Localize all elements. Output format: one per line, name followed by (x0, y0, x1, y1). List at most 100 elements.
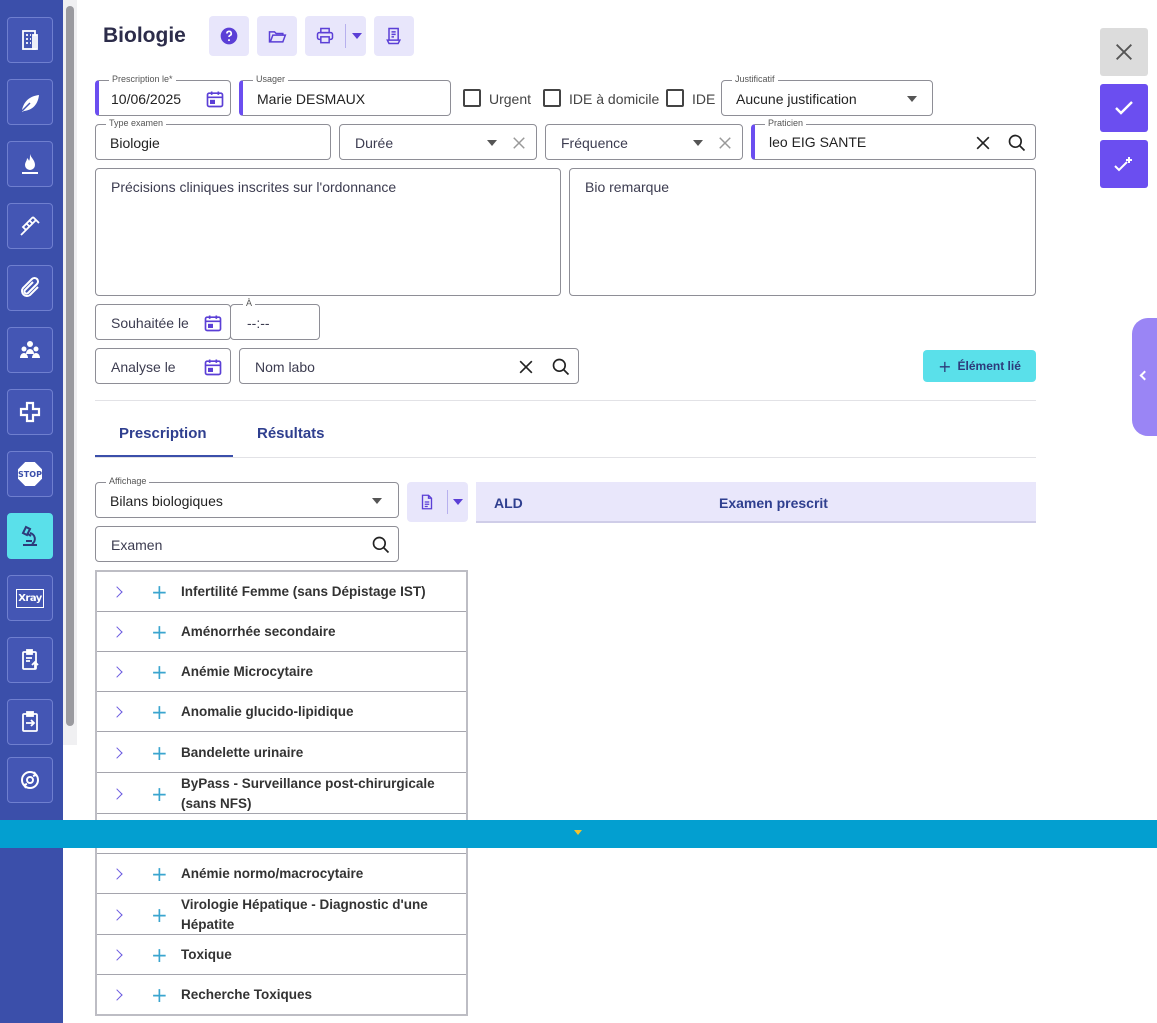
search-icon[interactable] (1007, 133, 1027, 153)
sidebar-item-sync[interactable] (7, 757, 53, 803)
sidebar-item-clipboard-arrow[interactable] (7, 699, 53, 745)
column-header-examen[interactable]: Examen prescrit (719, 495, 828, 511)
section-divider (95, 400, 1036, 401)
ide-domicile-checkbox[interactable] (543, 89, 561, 107)
analyse-date-field[interactable]: Analyse le (95, 348, 231, 384)
sidebar-item-microscope[interactable] (7, 513, 53, 559)
add-icon[interactable]: + (151, 784, 168, 804)
urgent-checkbox[interactable] (463, 89, 481, 107)
prescription-date-field[interactable]: Prescription le* 10/06/2025 (95, 74, 231, 116)
add-icon[interactable]: + (151, 622, 168, 642)
caret-down-icon[interactable] (574, 830, 582, 835)
chevron-down-icon[interactable] (453, 499, 463, 505)
list-item[interactable]: + Anémie Microcytaire (97, 652, 466, 692)
list-item[interactable]: + Bandelette urinaire (97, 732, 466, 773)
sidebar-item-xray[interactable]: Xray (7, 575, 53, 621)
scrollbar-thumb[interactable] (66, 6, 74, 726)
examen-search-field[interactable]: Examen (95, 526, 399, 562)
nom-labo-field[interactable]: Nom labo (239, 348, 579, 384)
list-item[interactable]: + Anomalie glucido-lipidique (97, 692, 466, 732)
type-examen-field[interactable]: Type examen Biologie (95, 118, 331, 160)
list-item-label: Toxique (181, 947, 232, 962)
search-icon[interactable] (371, 535, 391, 555)
calendar-icon[interactable] (205, 89, 225, 109)
list-item[interactable]: + Infertilité Femme (sans Dépistage IST) (97, 572, 466, 612)
precisions-textarea[interactable] (95, 168, 561, 296)
list-item[interactable]: + Virologie Hépatique - Diagnostic d'une… (97, 894, 466, 935)
list-item[interactable]: + ByPass - Surveillance post-chirurgical… (97, 773, 466, 814)
praticien-field[interactable]: Praticien leo EIG SANTE (751, 118, 1036, 160)
sidebar-item-clipboard-upload[interactable] (7, 637, 53, 683)
add-icon[interactable]: + (151, 864, 168, 884)
print-split-button[interactable] (305, 16, 366, 56)
clear-icon[interactable] (973, 133, 993, 153)
usager-value: Marie DESMAUX (257, 91, 366, 107)
chevron-right-icon[interactable] (111, 706, 123, 718)
frequence-select[interactable]: Fréquence (545, 124, 743, 160)
validate-and-new-button[interactable] (1100, 140, 1148, 188)
list-item[interactable]: + Aménorrhée secondaire (97, 612, 466, 652)
page-title: Biologie (103, 24, 186, 47)
add-icon[interactable]: + (151, 905, 168, 925)
list-item[interactable]: + Anémie normo/macrocytaire (97, 854, 466, 894)
sidebar-item-paperclip[interactable] (7, 265, 53, 311)
column-header-ald[interactable]: ALD (494, 495, 523, 511)
add-icon[interactable]: + (151, 582, 168, 602)
sidebar-item-syringe[interactable] (7, 203, 53, 249)
document-button[interactable] (374, 16, 414, 56)
chevron-right-icon[interactable] (111, 909, 123, 921)
chevron-right-icon[interactable] (111, 747, 123, 759)
file-icon (421, 494, 433, 510)
close-button[interactable] (1100, 28, 1148, 76)
tab-resultats[interactable]: Résultats (257, 425, 325, 442)
sidebar-item-flame[interactable] (7, 141, 53, 187)
calendar-icon[interactable] (203, 313, 223, 333)
list-item[interactable]: + Recherche Toxiques (97, 975, 466, 1014)
add-icon[interactable]: + (151, 743, 168, 763)
sidebar-item-leaf[interactable] (7, 79, 53, 125)
sidebar-item-team[interactable] (7, 327, 53, 373)
side-panel-toggle[interactable] (1132, 318, 1157, 436)
sidebar-item-building[interactable] (7, 17, 53, 63)
list-item[interactable]: + Toxique (97, 935, 466, 975)
tab-prescription[interactable]: Prescription (119, 425, 207, 442)
search-icon[interactable] (551, 357, 571, 377)
element-lie-button[interactable]: + Élément lié (923, 350, 1036, 382)
chevron-down-icon[interactable] (352, 33, 362, 39)
usager-field[interactable]: Usager Marie DESMAUX (239, 74, 451, 116)
sidebar-item-stop[interactable]: STOP (7, 451, 53, 497)
clear-icon[interactable] (516, 357, 536, 377)
heure-label: À (243, 298, 256, 308)
duree-placeholder: Durée (355, 135, 394, 151)
document-split-button[interactable] (407, 482, 468, 522)
chevron-right-icon[interactable] (111, 868, 123, 880)
medical-cross-icon (19, 401, 41, 423)
chevron-right-icon[interactable] (111, 666, 123, 678)
chevron-right-icon[interactable] (111, 949, 123, 961)
sidebar-item-medical[interactable] (7, 389, 53, 435)
add-icon[interactable]: + (151, 662, 168, 682)
heure-field[interactable]: À --:-- (230, 298, 320, 340)
list-item-label: Recherche Toxiques (181, 987, 313, 1002)
open-folder-button[interactable] (257, 16, 297, 56)
ide-checkbox[interactable] (666, 89, 684, 107)
bio-remarque-textarea[interactable] (569, 168, 1036, 296)
help-button[interactable] (209, 16, 249, 56)
calendar-icon[interactable] (203, 357, 223, 377)
validate-button[interactable] (1100, 84, 1148, 132)
clear-icon[interactable] (510, 134, 528, 152)
chevron-right-icon[interactable] (111, 586, 123, 598)
souhaitee-date-field[interactable]: Souhaitée le (95, 304, 231, 340)
add-icon[interactable]: + (151, 702, 168, 722)
clear-icon[interactable] (716, 134, 734, 152)
chevron-right-icon[interactable] (111, 626, 123, 638)
duree-select[interactable]: Durée (339, 124, 537, 160)
justificatif-select[interactable]: Justificatif Aucune justification (721, 74, 933, 116)
left-sidebar: STOP Xray (0, 0, 63, 1023)
add-icon[interactable]: + (151, 985, 168, 1005)
affichage-select[interactable]: Affichage Bilans biologiques (95, 476, 399, 518)
add-icon[interactable]: + (151, 945, 168, 965)
chevron-down-icon (372, 498, 382, 504)
chevron-right-icon[interactable] (111, 989, 123, 1001)
chevron-right-icon[interactable] (111, 788, 123, 800)
